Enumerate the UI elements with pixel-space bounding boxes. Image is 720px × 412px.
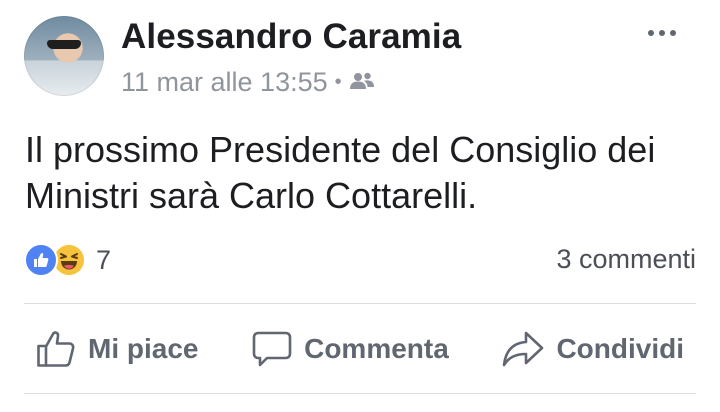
- meta-separator: •: [334, 71, 342, 93]
- more-options-icon[interactable]: [648, 30, 676, 36]
- comment-label: Commenta: [304, 333, 449, 364]
- divider-top: [24, 303, 696, 304]
- share-arrow-icon: [502, 330, 544, 368]
- post-timestamp[interactable]: 11 mar alle 13:55: [121, 67, 328, 98]
- like-reaction-icon: [24, 243, 58, 277]
- post-actions: Mi piace Commenta Condividi: [24, 322, 696, 376]
- comment-icon: [252, 330, 292, 368]
- divider-bottom: [24, 393, 696, 394]
- more-dot: [670, 30, 676, 36]
- share-button[interactable]: Condividi: [490, 330, 696, 368]
- author-avatar[interactable]: [24, 16, 104, 96]
- like-button[interactable]: Mi piace: [24, 330, 210, 368]
- reactions-summary[interactable]: 7: [24, 243, 111, 277]
- author-name[interactable]: Alessandro Caramia: [121, 17, 461, 57]
- share-label: Condividi: [556, 333, 684, 364]
- sunglasses: [47, 40, 81, 49]
- more-dot: [659, 30, 665, 36]
- reaction-count: 7: [96, 244, 112, 275]
- post-text: Il prossimo Presidente del Consiglio dei…: [25, 129, 656, 216]
- post-meta: 11 mar alle 13:55 •: [121, 67, 375, 98]
- more-dot: [648, 30, 654, 36]
- friends-icon[interactable]: [349, 67, 375, 98]
- comment-button[interactable]: Commenta: [240, 330, 461, 368]
- thumbs-up-icon: [36, 330, 76, 368]
- comments-count[interactable]: 3 commenti: [556, 244, 696, 275]
- like-label: Mi piace: [88, 333, 199, 364]
